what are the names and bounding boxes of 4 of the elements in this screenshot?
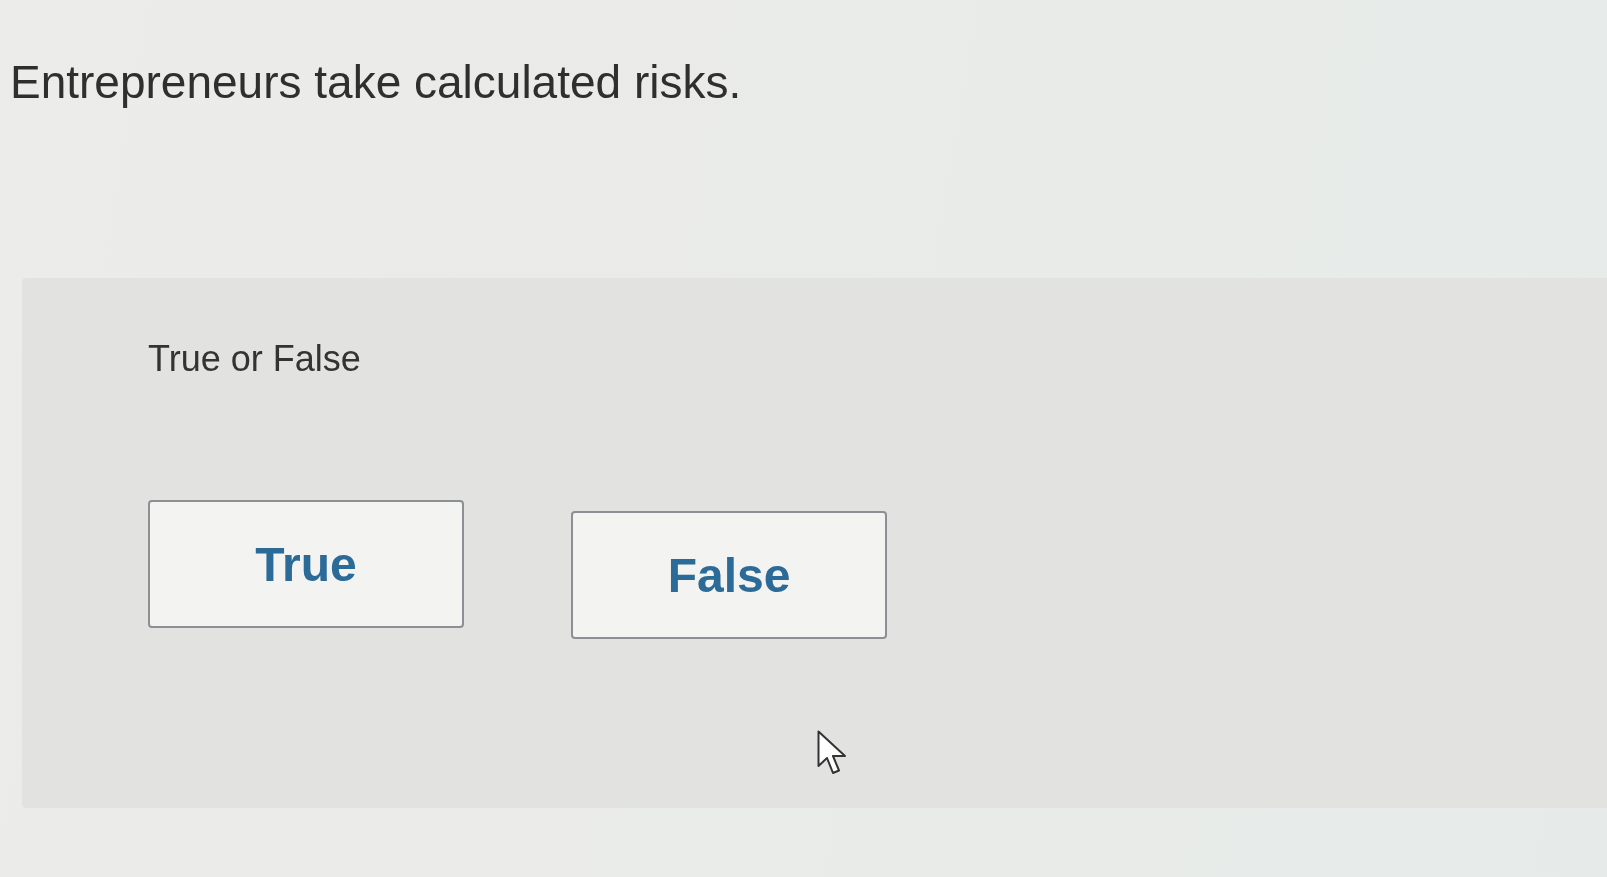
question-type-label: True or False xyxy=(148,338,361,380)
question-text: Entrepreneurs take calculated risks. xyxy=(10,56,742,108)
answer-option-button[interactable]: True xyxy=(148,500,464,628)
answer-option-button[interactable]: False xyxy=(571,511,887,639)
